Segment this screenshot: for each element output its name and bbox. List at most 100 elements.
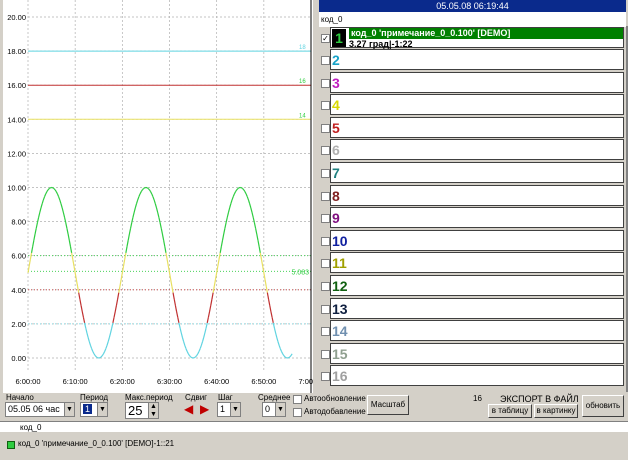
channel-checkbox-5[interactable] xyxy=(321,123,330,133)
channel-row-3[interactable]: 3 xyxy=(318,71,626,94)
channel-box-8[interactable]: 8 xyxy=(330,184,624,206)
chevron-down-icon[interactable]: ▼ xyxy=(64,403,74,416)
channel-number-2: 2 xyxy=(332,52,340,68)
channel-row-11[interactable]: 11 xyxy=(318,252,626,275)
channel-checkbox-15[interactable] xyxy=(321,349,330,359)
channel-row-5[interactable]: 5 xyxy=(318,116,626,139)
y-tick-label: 10.00 xyxy=(7,184,26,193)
period-select[interactable]: 1 ▼ xyxy=(80,402,108,417)
channel-number-16: 16 xyxy=(332,368,348,385)
channel-checkbox-4[interactable] xyxy=(321,101,330,111)
channel-panel: 05.05.08 06:19:44 код_0 ✓ 1 код_0 'приме… xyxy=(318,0,628,392)
channel-number-7: 7 xyxy=(332,165,340,181)
channel-row-13[interactable]: 13 xyxy=(318,297,626,320)
export-image-button[interactable]: в картинку xyxy=(534,404,578,418)
channel-row-4[interactable]: 4 xyxy=(318,94,626,117)
channel-box-12[interactable]: 12 xyxy=(330,275,624,296)
max-period-spinner[interactable]: 25 ▲ ▼ xyxy=(125,402,159,419)
channel-row-9[interactable]: 9 xyxy=(318,207,626,230)
series-line-segment xyxy=(52,187,55,190)
channel-row-10[interactable]: 10 xyxy=(318,229,626,252)
y-tick-label: 6.00 xyxy=(11,252,26,261)
auto-update-label: Автообновление xyxy=(304,394,366,403)
y-tick-label: 14.00 xyxy=(7,115,26,124)
datetime-header: 05.05.08 06:19:44 xyxy=(319,0,626,12)
chevron-down-icon[interactable]: ▼ xyxy=(148,411,158,418)
auto-add-checkbox[interactable] xyxy=(293,408,302,417)
average-select[interactable]: 0 ▼ xyxy=(262,402,286,417)
chevron-up-icon[interactable]: ▲ xyxy=(148,403,158,411)
channel-box-15[interactable]: 15 xyxy=(330,342,624,364)
chevron-down-icon[interactable]: ▼ xyxy=(230,403,240,416)
application-window: 20.00 18.00 16.00 14.00 12.00 10.00 8.00 6.00 4.… xyxy=(0,0,628,460)
channel-box-10[interactable]: 10 xyxy=(330,229,624,251)
channel-number-8: 8 xyxy=(332,187,340,204)
series-line-segment xyxy=(99,356,102,359)
refresh-button[interactable]: обновить xyxy=(582,395,624,417)
shift-right-icon[interactable]: ▶ xyxy=(200,403,209,416)
start-select[interactable]: 05.05 06 час ▼ xyxy=(5,402,75,417)
channel-box-5[interactable]: 5 xyxy=(330,116,624,138)
channel-checkbox-3[interactable] xyxy=(321,78,330,88)
channel-box-7[interactable]: 7 xyxy=(330,162,624,183)
channel-box-11[interactable]: 11 xyxy=(330,252,624,274)
x-tick-label: 6:40:00 xyxy=(204,377,229,386)
channel-row-2[interactable]: 2 xyxy=(318,49,626,71)
channel-row-12[interactable]: 12 xyxy=(318,275,626,297)
channel-checkbox-1[interactable]: ✓ xyxy=(321,34,330,43)
channel-checkbox-13[interactable] xyxy=(321,304,330,314)
channel-checkbox-8[interactable] xyxy=(321,191,330,201)
channel-current-value: 3.27 град|-1:22 xyxy=(349,39,413,49)
start-label: Начало xyxy=(6,393,34,402)
channel-checkbox-6[interactable] xyxy=(321,146,330,156)
scale-button[interactable]: Масштаб xyxy=(367,395,409,415)
max-period-label: Макс.период xyxy=(125,393,173,402)
shift-label: Сдвиг xyxy=(185,393,208,402)
shift-left-icon[interactable]: ◀ xyxy=(184,403,193,416)
channel-checkbox-10[interactable] xyxy=(321,236,330,246)
reference-line-label: 16 xyxy=(299,79,306,85)
channel-row-1[interactable]: ✓ 1 код_0 'примечание_0_0.100' [DEMO] 3.… xyxy=(318,27,626,49)
channel-box-6[interactable]: 6 xyxy=(330,139,624,161)
channel-checkbox-7[interactable] xyxy=(321,169,330,178)
channel-number-4: 4 xyxy=(332,97,340,114)
chevron-down-icon[interactable]: ▼ xyxy=(275,403,285,416)
channel-checkbox-9[interactable] xyxy=(321,214,330,224)
channel-row-14[interactable]: 14 xyxy=(318,320,626,343)
step-select[interactable]: 1 ▼ xyxy=(217,402,241,417)
export-table-button[interactable]: в таблицу xyxy=(488,404,532,418)
channel-box-16[interactable]: 16 xyxy=(330,365,624,387)
channel-subheader: код_0 xyxy=(319,12,626,27)
channel-row-6[interactable]: 6 xyxy=(318,139,626,162)
channel-checkbox-2[interactable] xyxy=(321,56,330,65)
status-line-2: код_0 'примечание_0_0.100' [DEMO]-1::21 xyxy=(0,432,628,460)
period-label: Период xyxy=(80,393,109,402)
channel-box-3[interactable]: 3 xyxy=(330,71,624,93)
channel-row-7[interactable]: 7 xyxy=(318,162,626,184)
channel-box-9[interactable]: 9 xyxy=(330,207,624,229)
channel-box-4[interactable]: 4 xyxy=(330,94,624,116)
chart-area[interactable]: 20.00 18.00 16.00 14.00 12.00 10.00 8.00 6.00 4.… xyxy=(3,0,313,393)
chart-svg[interactable]: 20.00 18.00 16.00 14.00 12.00 10.00 8.00 6.00 4.… xyxy=(3,0,313,393)
series-line-segment xyxy=(284,356,287,359)
channel-number-11: 11 xyxy=(332,255,347,272)
channel-checkbox-14[interactable] xyxy=(321,327,330,337)
channel-row-16[interactable]: 16 xyxy=(318,365,626,388)
channel-checkbox-12[interactable] xyxy=(321,282,330,291)
channel-row-8[interactable]: 8 xyxy=(318,184,626,207)
y-tick-label: 4.00 xyxy=(11,286,26,295)
channel-box-1[interactable]: 1 код_0 'примечание_0_0.100' [DEMO] 3.27… xyxy=(330,27,624,49)
channel-checkbox-16[interactable] xyxy=(321,372,330,382)
chevron-down-icon[interactable]: ▼ xyxy=(97,403,107,416)
channel-row-15[interactable]: 15 xyxy=(318,342,626,365)
channel-checkbox-11[interactable] xyxy=(321,259,330,269)
y-tick-label: 16.00 xyxy=(7,81,26,90)
auto-update-checkbox[interactable] xyxy=(293,395,302,404)
y-tick-label: 12.00 xyxy=(7,149,26,158)
channel-box-14[interactable]: 14 xyxy=(330,320,624,342)
channel-box-2[interactable]: 2 xyxy=(330,49,624,70)
channel-box-13[interactable]: 13 xyxy=(330,297,624,319)
average-value: 0 xyxy=(265,404,271,414)
y-tick-label: 20.00 xyxy=(7,13,26,22)
control-bar: Начало 05.05 06 час ▼ Период 1 ▼ Макс.пе… xyxy=(0,393,628,421)
